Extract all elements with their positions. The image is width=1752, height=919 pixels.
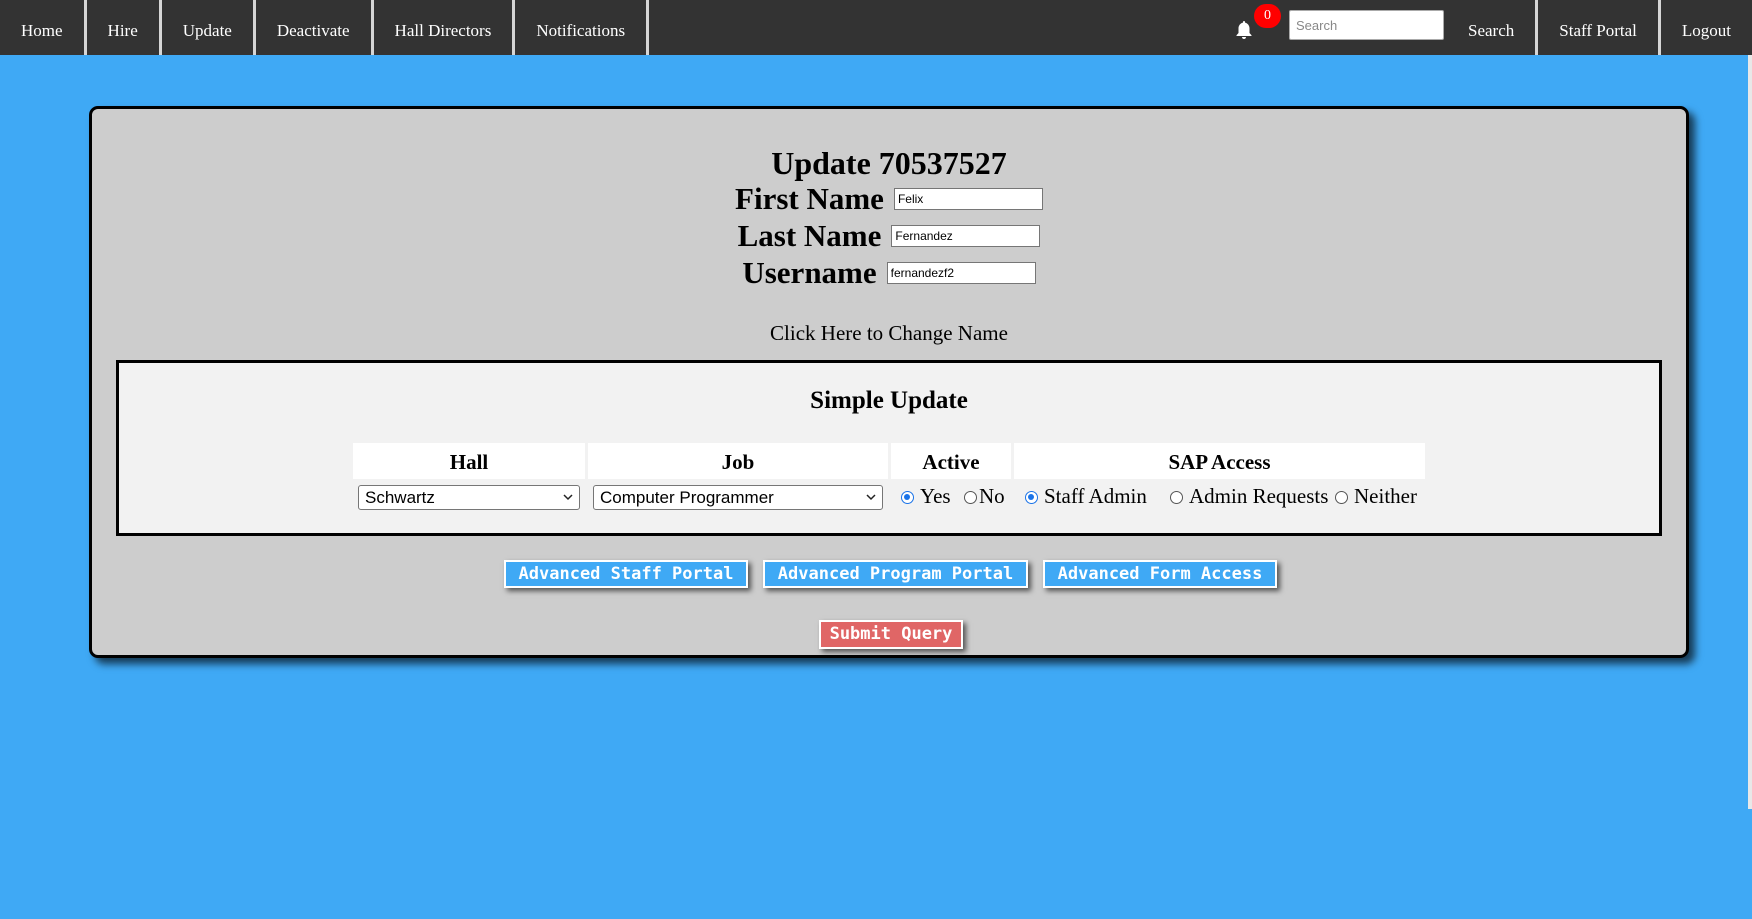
nav-deactivate[interactable]: Deactivate: [256, 0, 374, 55]
advanced-staff-portal-button[interactable]: Advanced Staff Portal: [504, 560, 748, 588]
sap-staff-admin-radio[interactable]: [1025, 491, 1038, 504]
notification-count-badge: 0: [1254, 4, 1281, 28]
nav-staff-portal[interactable]: Staff Portal: [1535, 0, 1658, 55]
username-input[interactable]: [886, 262, 1036, 284]
username-row: Username: [92, 255, 1686, 291]
change-name-link[interactable]: Click Here to Change Name: [92, 321, 1686, 346]
nav-hire[interactable]: Hire: [87, 0, 162, 55]
nav-left-group: Home Hire Update Deactivate Hall Directo…: [0, 0, 650, 55]
active-no-label: No: [979, 484, 1005, 508]
sap-staff-admin-label: Staff Admin: [1044, 484, 1147, 508]
first-name-input[interactable]: [893, 188, 1043, 210]
job-select[interactable]: Computer Programmer: [593, 485, 883, 510]
page-title: Update 70537527: [771, 145, 1007, 181]
submit-query-button[interactable]: Submit Query: [819, 620, 963, 649]
job-header: Job: [588, 443, 888, 479]
nav-notifications[interactable]: Notifications: [515, 0, 650, 55]
last-name-row: Last Name: [92, 218, 1686, 254]
first-name-row: First Name: [92, 181, 1686, 217]
nav-hall-directors[interactable]: Hall Directors: [374, 0, 516, 55]
active-no-radio[interactable]: [964, 491, 977, 504]
simple-update-title: Simple Update: [810, 387, 968, 414]
sap-neither-label: Neither: [1354, 484, 1417, 508]
username-label: Username: [742, 255, 877, 290]
hall-header: Hall: [353, 443, 585, 479]
chevron-down-icon: [563, 494, 573, 501]
hall-select[interactable]: Schwartz: [358, 485, 580, 510]
nav-home[interactable]: Home: [0, 0, 87, 55]
chevron-down-icon: [866, 494, 876, 501]
advanced-program-portal-button[interactable]: Advanced Program Portal: [763, 560, 1028, 588]
update-card: Update 70537527 First Name Last Name Use…: [89, 106, 1689, 658]
sap-admin-requests-label: Admin Requests: [1189, 484, 1329, 508]
last-name-input[interactable]: [891, 225, 1041, 247]
bell-icon: [1236, 21, 1252, 39]
nav-right-group: Search Staff Portal Logout: [1447, 0, 1752, 55]
nav-logout[interactable]: Logout: [1657, 0, 1752, 55]
top-navbar: Home Hire Update Deactivate Hall Directo…: [0, 0, 1752, 55]
sap-access-header: SAP Access: [1014, 443, 1425, 479]
search-input[interactable]: [1289, 10, 1444, 40]
first-name-label: First Name: [735, 181, 884, 216]
nav-update[interactable]: Update: [162, 0, 256, 55]
active-header: Active: [891, 443, 1011, 479]
simple-update-panel: Simple Update Hall Job Active SAP Access…: [116, 360, 1662, 536]
sap-admin-requests-radio[interactable]: [1170, 491, 1183, 504]
last-name-label: Last Name: [737, 218, 882, 253]
search-button[interactable]: Search: [1447, 0, 1535, 55]
active-yes-label: Yes: [920, 484, 951, 508]
sap-neither-radio[interactable]: [1335, 491, 1348, 504]
hall-select-value: Schwartz: [365, 488, 435, 507]
page-scrollbar[interactable]: [1748, 55, 1752, 809]
active-yes-radio[interactable]: [901, 491, 914, 504]
advanced-form-access-button[interactable]: Advanced Form Access: [1043, 560, 1277, 588]
job-select-value: Computer Programmer: [600, 488, 774, 507]
